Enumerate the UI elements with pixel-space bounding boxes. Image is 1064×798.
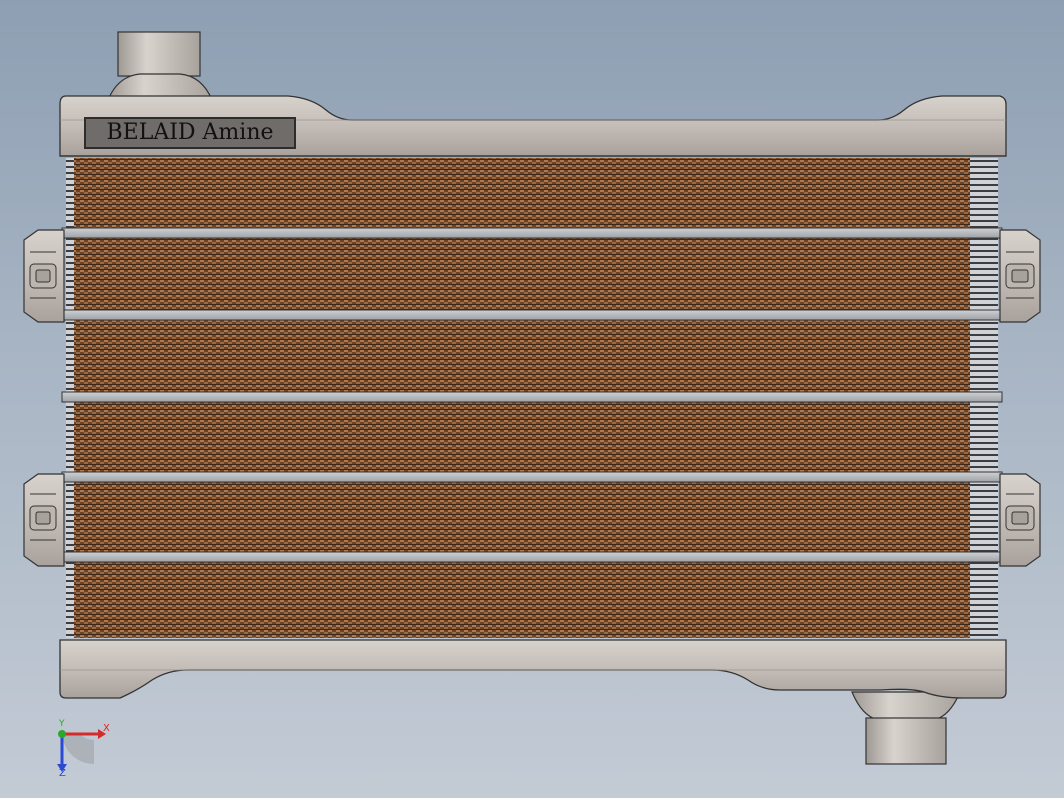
mount-bracket-left-bottom[interactable] (23, 473, 65, 567)
y-axis-dot (58, 730, 66, 738)
mount-bracket-right-top[interactable] (999, 229, 1041, 323)
triad-x-label: X (103, 723, 110, 734)
outlet-pipe[interactable] (851, 691, 961, 765)
coordinate-triad (57, 729, 106, 772)
triad-y-label: Y (59, 719, 65, 729)
inlet-pipe[interactable] (107, 31, 213, 101)
mount-bracket-left-top[interactable] (23, 229, 65, 323)
triad-z-label: Z (59, 768, 66, 779)
name-label-plate: BELAID Amine (84, 117, 296, 149)
bottom-tank[interactable] (59, 639, 1007, 699)
cad-viewport[interactable]: BELAID Amine X Y Z (0, 0, 1064, 798)
mount-bracket-right-bottom[interactable] (999, 473, 1041, 567)
